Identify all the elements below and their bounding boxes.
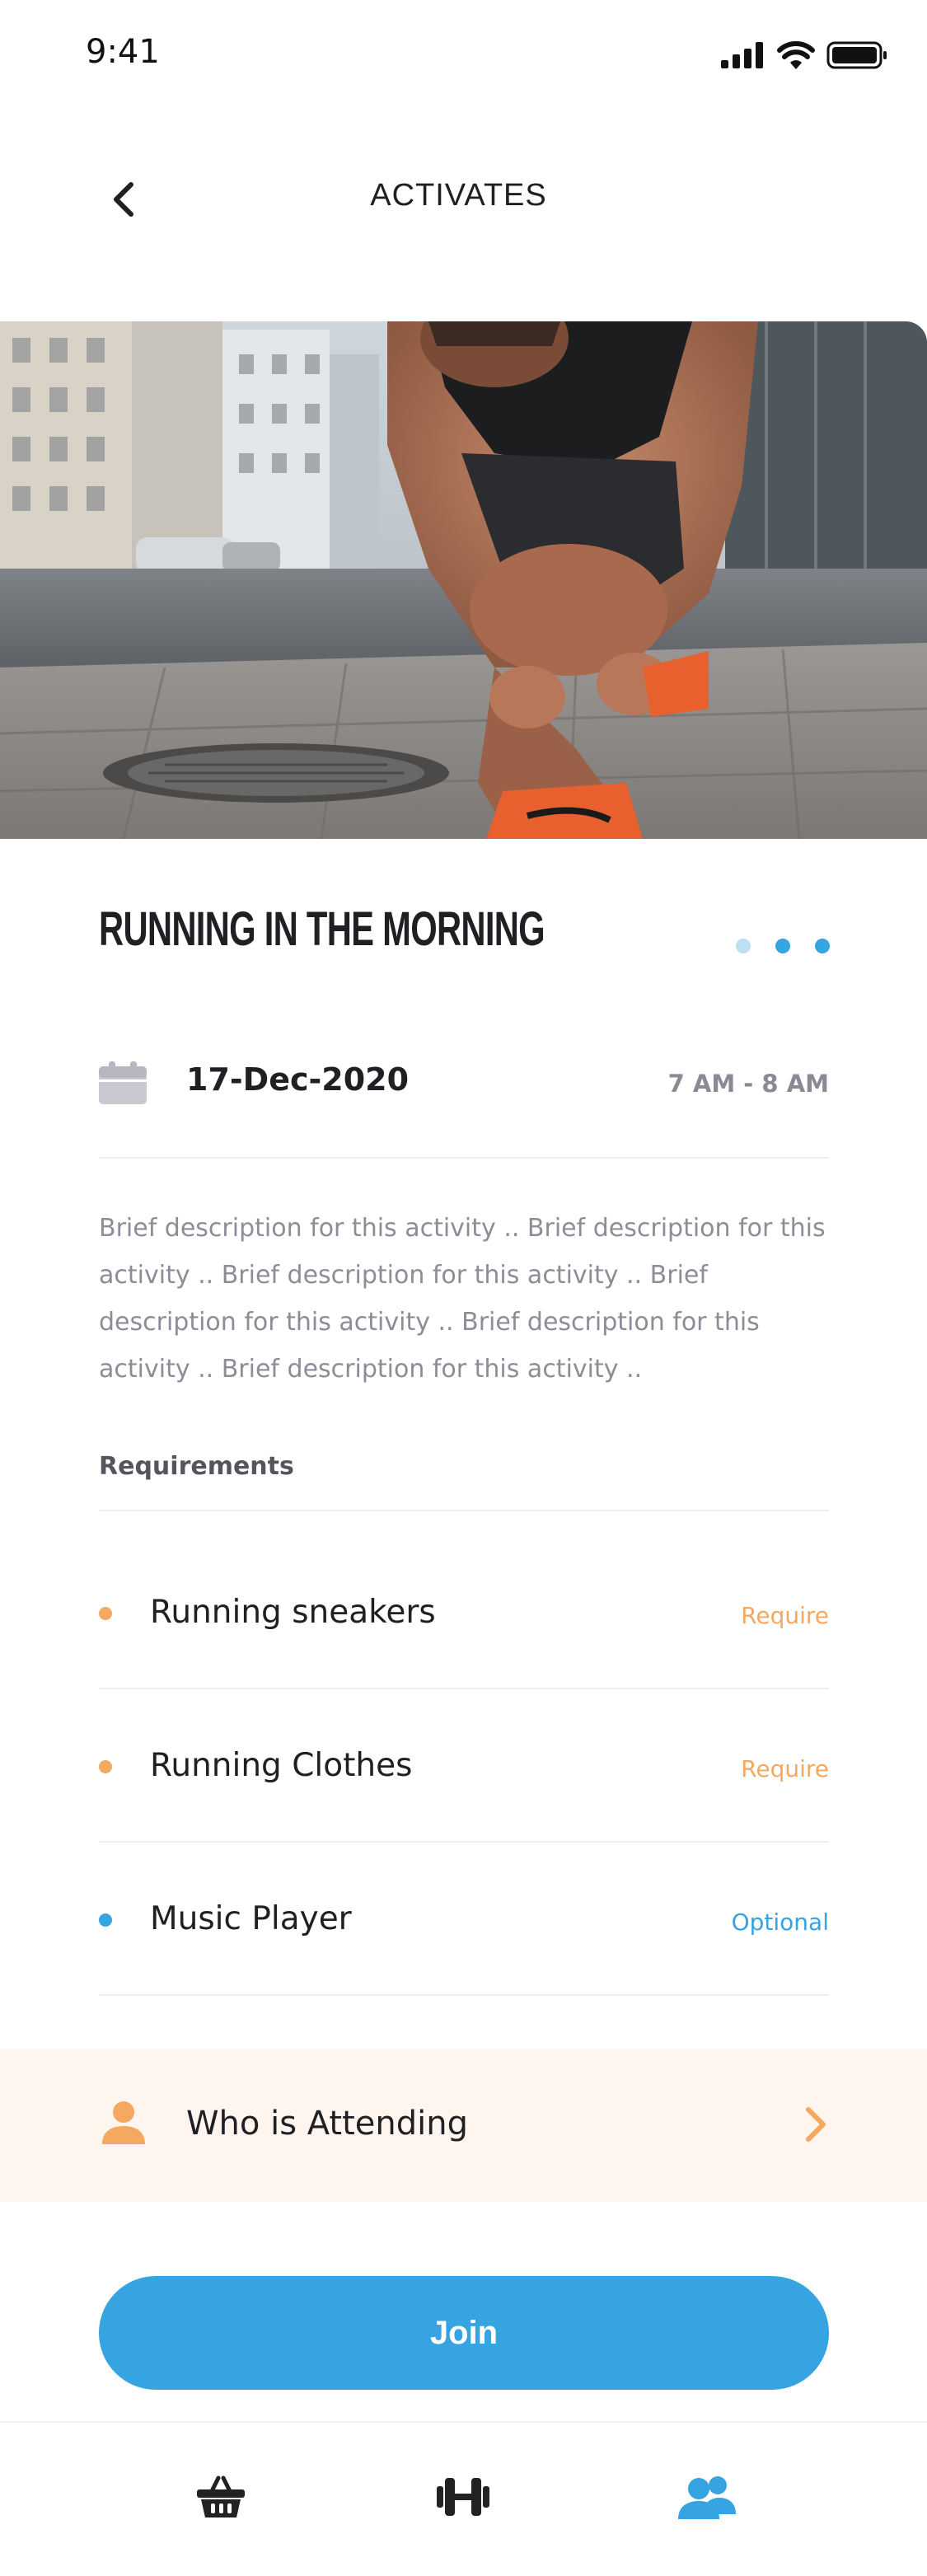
- status-icons: [721, 41, 887, 69]
- wifi-icon: [777, 41, 815, 69]
- who-is-attending-row[interactable]: Who is Attending: [0, 2049, 927, 2202]
- bullet-dot: [99, 1913, 112, 1927]
- requirement-tag: Require: [741, 1602, 829, 1629]
- battery-icon: [826, 41, 887, 69]
- chevron-right-icon: [806, 2107, 826, 2142]
- person-icon: [102, 2101, 145, 2144]
- tab-community[interactable]: [674, 2464, 740, 2530]
- dumbbell-icon: [437, 2478, 489, 2516]
- requirement-tag: Optional: [731, 1909, 829, 1936]
- activity-title: RUNNING IN THE MORNING: [99, 902, 545, 956]
- carousel-dot[interactable]: [815, 939, 830, 953]
- requirement-name: Running sneakers: [150, 1594, 436, 1631]
- signal-icon: [721, 42, 763, 68]
- activity-description: Brief description for this activity .. B…: [99, 1214, 826, 1384]
- hero-image[interactable]: [0, 321, 927, 839]
- divider: [99, 1688, 829, 1689]
- requirement-name: Running Clothes: [150, 1747, 413, 1784]
- tab-workout[interactable]: [430, 2464, 496, 2530]
- join-button[interactable]: Join: [99, 2276, 829, 2390]
- attending-label: Who is Attending: [186, 2105, 468, 2143]
- bullet-dot: [99, 1607, 112, 1620]
- divider: [99, 1994, 829, 1996]
- basket-icon: [197, 2475, 245, 2517]
- carousel-dots[interactable]: [736, 939, 830, 953]
- group-icon: [678, 2476, 736, 2519]
- calendar-icon: [99, 1061, 147, 1104]
- requirement-tag: Require: [741, 1755, 829, 1782]
- divider: [99, 1841, 829, 1843]
- divider: [99, 1510, 829, 1511]
- bullet-dot: [99, 1760, 112, 1773]
- status-time: 9:41: [86, 33, 160, 71]
- requirement-item: Running Clothes Require: [99, 1694, 829, 1846]
- date-row: 17-Dec-2020 7 AM - 8 AM: [99, 1051, 829, 1117]
- activity-date: 17-Dec-2020: [186, 1061, 410, 1098]
- activity-time: 7 AM - 8 AM: [667, 1070, 829, 1098]
- carousel-dot[interactable]: [775, 939, 790, 953]
- requirements-heading: Requirements: [99, 1452, 294, 1481]
- status-bar: 9:41: [0, 0, 927, 107]
- tab-bar: [0, 2421, 927, 2576]
- requirement-name: Music Player: [150, 1900, 352, 1937]
- tab-shop[interactable]: [188, 2464, 254, 2530]
- requirement-item: Running sneakers Require: [99, 1541, 829, 1693]
- carousel-dot[interactable]: [736, 939, 751, 953]
- requirement-item: Music Player Optional: [99, 1848, 829, 1999]
- nav-bar: ACTIVATES: [0, 148, 927, 247]
- divider: [99, 1157, 829, 1159]
- page-title: ACTIVATES: [370, 178, 547, 213]
- hero-photo: [0, 321, 927, 839]
